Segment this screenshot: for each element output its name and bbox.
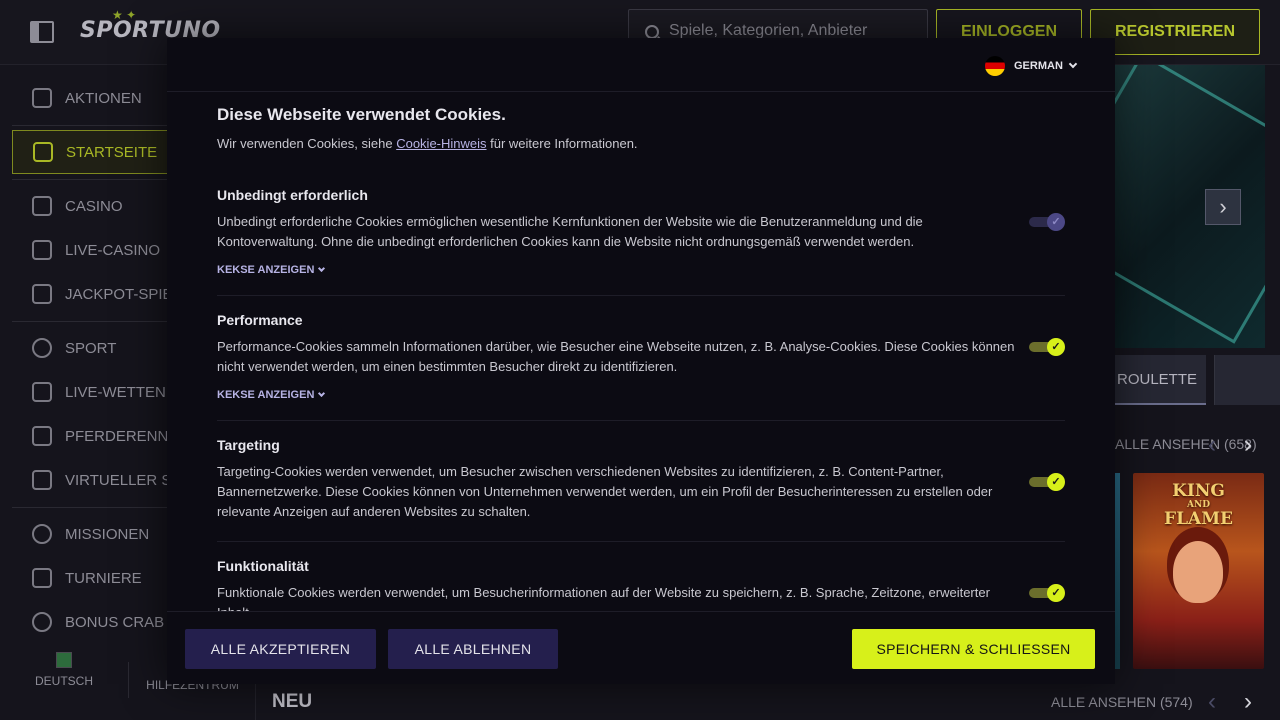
chevron-down-icon xyxy=(1068,59,1078,69)
row1-next-arrow-icon[interactable]: › xyxy=(1237,433,1259,457)
reject-all-button[interactable]: ALLE ABLEHNEN xyxy=(388,629,558,669)
section-description: Performance-Cookies sammeln Informatione… xyxy=(217,339,1015,374)
game-title: KING AND FLAME xyxy=(1133,483,1264,528)
sidebar-item-label: TURNIERE xyxy=(65,569,142,587)
video-camera-icon xyxy=(32,382,52,402)
game-thumbnail[interactable] xyxy=(1115,473,1120,669)
register-button[interactable]: REGISTRIEREN xyxy=(1090,9,1260,55)
check-icon: ✓ xyxy=(1047,473,1065,491)
row1-prev-arrow-icon[interactable]: ‹ xyxy=(1201,433,1223,457)
toggle-functionality[interactable]: ✓ xyxy=(1029,584,1065,602)
tab-more[interactable] xyxy=(1214,355,1280,405)
save-and-close-button[interactable]: SPEICHERN & SCHLIESSEN xyxy=(852,629,1095,669)
section-divider xyxy=(217,541,1065,542)
intro-text: Wir verwenden Cookies, siehe xyxy=(217,136,397,151)
german-flag-icon xyxy=(985,56,1005,76)
game-title-bottom: FLAME xyxy=(1164,509,1233,529)
section-title: Funktionalität xyxy=(217,558,309,574)
show-cookies-link[interactable]: KEKSE ANZEIGEN xyxy=(217,264,1065,276)
game-thumbnail-king-and-flame[interactable]: KING AND FLAME xyxy=(1133,473,1264,669)
row2-see-all-link[interactable]: ALLE ANSEHEN (574) xyxy=(1051,694,1193,710)
sidebar-item-label: AKTIONEN xyxy=(65,89,142,107)
sidebar-toggle-icon[interactable] xyxy=(30,21,54,43)
sidebar-item-label: LIVE-CASINO xyxy=(65,241,161,259)
search-icon xyxy=(645,25,659,39)
gamepad-icon xyxy=(32,470,52,490)
section-title: Performance xyxy=(217,312,303,328)
check-icon: ✓ xyxy=(1047,213,1065,231)
toggle-necessary: ✓ xyxy=(1029,213,1065,231)
language-label: DEUTSCH xyxy=(34,674,93,688)
sidebar-item-label: STARTSEITE xyxy=(66,143,158,161)
language-selector[interactable]: GERMAN xyxy=(985,56,1078,76)
game-title-top: KING xyxy=(1172,481,1225,501)
show-cookies-label: KEKSE ANZEIGEN xyxy=(217,264,315,276)
section-title: Targeting xyxy=(217,437,280,453)
show-cookies-label: KEKSE ANZEIGEN xyxy=(217,389,315,401)
sidebar-item-label: LIVE-WETTEN xyxy=(65,383,166,401)
chevron-down-icon xyxy=(318,264,326,273)
section-description: Targeting-Cookies werden verwendet, um B… xyxy=(217,464,993,519)
cookie-consent-modal: GERMAN Diese Webseite verwendet Cookies.… xyxy=(167,38,1115,684)
home-icon xyxy=(33,142,53,162)
accept-all-button[interactable]: ALLE AKZEPTIEREN xyxy=(185,629,376,669)
medal-icon xyxy=(32,524,52,544)
row2-next-arrow-icon[interactable]: › xyxy=(1237,690,1259,714)
horse-icon xyxy=(32,426,52,446)
toggle-targeting[interactable]: ✓ xyxy=(1029,473,1065,491)
section-title-new: NEU xyxy=(272,691,313,712)
check-icon: ✓ xyxy=(1047,584,1065,602)
sidebar-item-label: CASINO xyxy=(65,197,123,215)
casino-icon xyxy=(32,196,52,216)
modal-title: Diese Webseite verwendet Cookies. xyxy=(217,105,506,124)
crab-icon xyxy=(32,612,52,632)
cookie-section-necessary: Unbedingt erforderlich Unbedingt erforde… xyxy=(217,187,1065,276)
check-icon: ✓ xyxy=(1047,338,1065,356)
soccer-ball-icon xyxy=(32,338,52,358)
hero-next-arrow-icon[interactable]: › xyxy=(1205,189,1241,225)
podium-icon xyxy=(32,568,52,588)
modal-footer: ALLE AKZEPTIEREN ALLE ABLEHNEN SPEICHERN… xyxy=(167,611,1115,684)
row2-prev-arrow-icon[interactable]: ‹ xyxy=(1201,690,1223,714)
tab-roulette[interactable]: ROULETTE xyxy=(1100,355,1206,405)
modal-body[interactable]: Diese Webseite verwendet Cookies. Wir ve… xyxy=(167,93,1115,611)
flag-icon xyxy=(56,652,72,668)
gift-icon xyxy=(32,88,52,108)
language-selector-label: GERMAN xyxy=(1014,60,1063,72)
cookie-section-targeting: Targeting Targeting-Cookies werden verwe… xyxy=(217,437,1065,522)
show-cookies-link[interactable]: KEKSE ANZEIGEN xyxy=(217,389,1065,401)
sidebar-item-label: SPORT xyxy=(65,339,117,357)
cookie-section-functionality: Funktionalität Funktionale Cookies werde… xyxy=(217,558,1065,611)
section-divider xyxy=(217,420,1065,421)
cookie-section-performance: Performance Performance-Cookies sammeln … xyxy=(217,312,1065,401)
game-artwork xyxy=(1173,541,1223,603)
language-switch[interactable]: DEUTSCH xyxy=(0,652,128,700)
section-divider xyxy=(217,295,1065,296)
chevron-down-icon xyxy=(318,389,326,398)
section-description: Unbedingt erforderliche Cookies ermöglic… xyxy=(217,214,923,249)
sidebar-item-label: MISSIONEN xyxy=(65,525,150,543)
cookie-notice-link[interactable]: Cookie-Hinweis xyxy=(396,136,486,151)
toggle-performance[interactable]: ✓ xyxy=(1029,338,1065,356)
row1-see-all-link[interactable]: ALLE ANSEHEN (658) xyxy=(1115,436,1257,452)
live-casino-icon xyxy=(32,240,52,260)
jackpot-icon xyxy=(32,284,52,304)
section-title: Unbedingt erforderlich xyxy=(217,187,368,203)
modal-top-bar: GERMAN xyxy=(167,38,1115,92)
intro-text: für weitere Informationen. xyxy=(486,136,638,151)
section-description: Funktionale Cookies werden verwendet, um… xyxy=(217,585,990,611)
modal-intro: Wir verwenden Cookies, siehe Cookie-Hinw… xyxy=(217,136,638,151)
hero-banner[interactable] xyxy=(1115,65,1265,348)
sidebar-item-label: BONUS CRAB xyxy=(65,613,165,631)
